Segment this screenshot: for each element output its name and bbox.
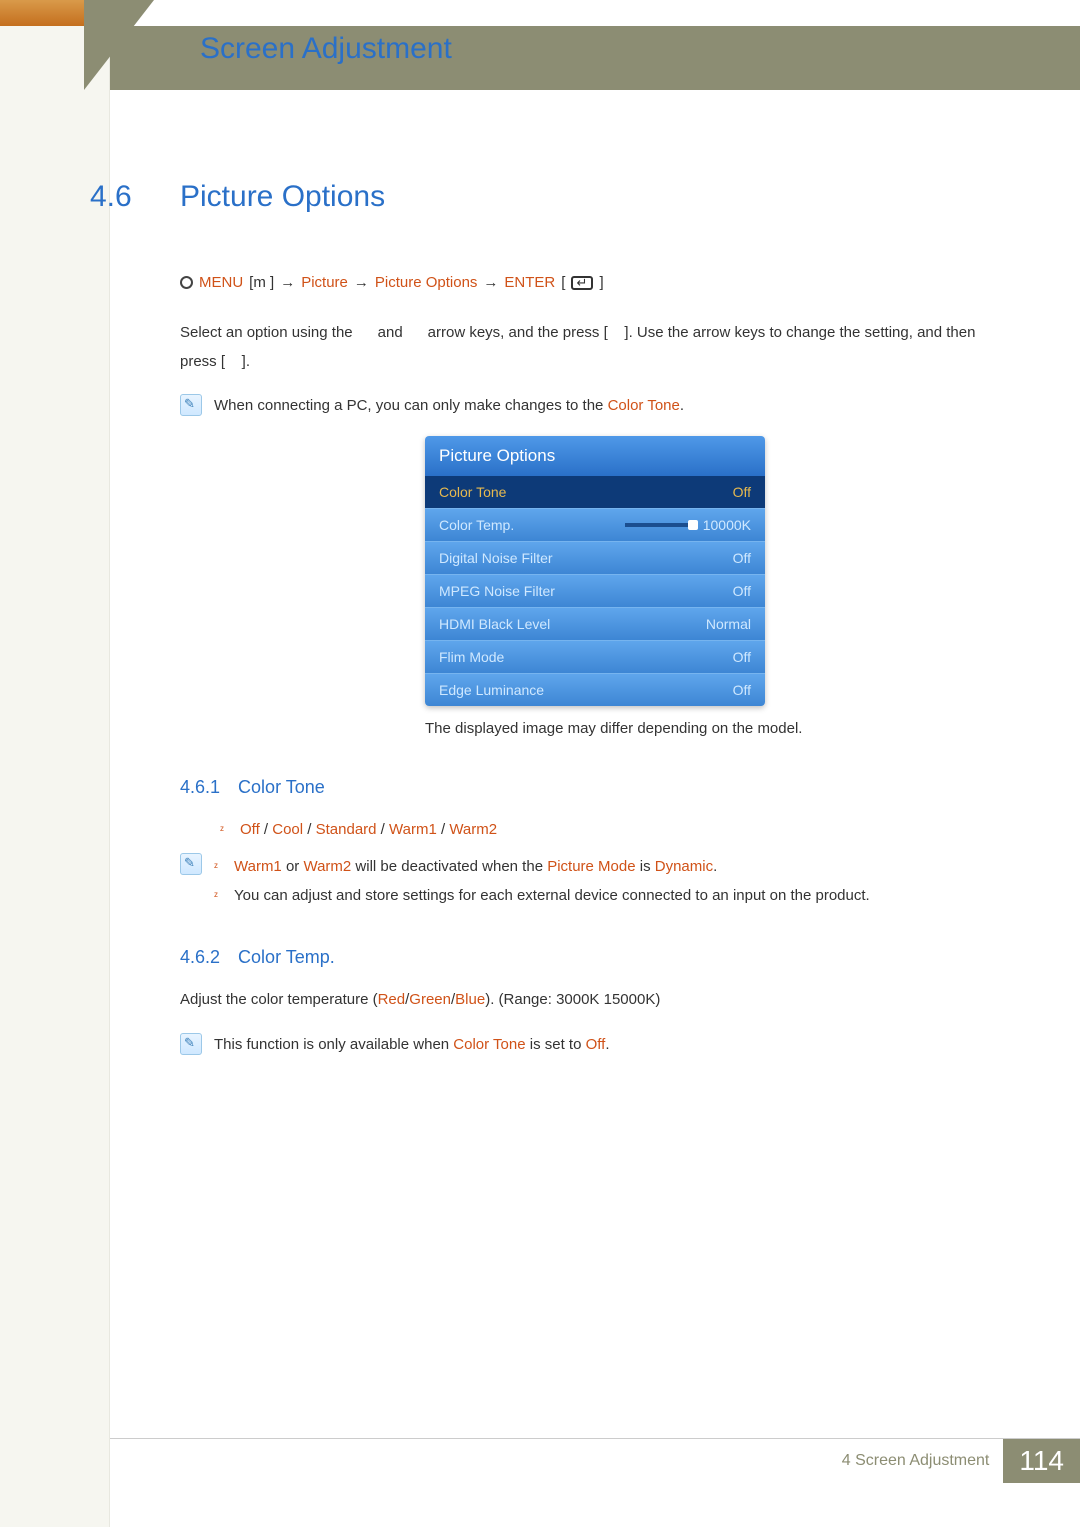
osd-row-label: Color Tone xyxy=(439,484,506,500)
menu-path: MENU [m ] → Picture → Picture Options → … xyxy=(180,274,1010,291)
slider-icon xyxy=(625,523,695,527)
osd-row: MPEG Noise Filter Off xyxy=(425,574,765,607)
osd-row-label: Color Temp. xyxy=(439,517,514,533)
note-color-tone-off: This function is only available when Col… xyxy=(214,1033,610,1057)
note-icon xyxy=(180,1033,202,1055)
section-number: 4.6 xyxy=(90,180,132,214)
note-pc-text: When connecting a PC, you can only make … xyxy=(214,394,684,418)
osd-row-value: Off xyxy=(733,682,751,698)
osd-row-label: Flim Mode xyxy=(439,649,504,665)
footer-chapter-num: 4 xyxy=(842,1452,851,1469)
osd-row: Digital Noise Filter Off xyxy=(425,541,765,574)
path-menu: MENU xyxy=(199,274,243,291)
osd-row: Color Temp. 10000K xyxy=(425,508,765,541)
osd-row: HDMI Black Level Normal xyxy=(425,607,765,640)
subsection-1-heading: 4.6.1 Color Tone xyxy=(180,777,1010,798)
note-icon xyxy=(180,853,202,875)
intro-paragraph: Select an option using the and arrow key… xyxy=(180,319,1010,376)
osd-row-label: Digital Noise Filter xyxy=(439,550,553,566)
section-title: Picture Options xyxy=(180,180,1010,214)
path-picture-options: Picture Options xyxy=(375,274,478,291)
osd-row-value: Off xyxy=(733,583,751,599)
osd-row-label: Edge Luminance xyxy=(439,682,544,698)
osd-row-label: HDMI Black Level xyxy=(439,616,550,632)
osd-row: Flim Mode Off xyxy=(425,640,765,673)
chapter-title: Screen Adjustment xyxy=(200,32,452,66)
osd-row-value: Normal xyxy=(706,616,751,632)
color-temp-paragraph: Adjust the color temperature (Red/Green/… xyxy=(180,986,1010,1015)
osd-row: Color Tone Off xyxy=(425,476,765,508)
osd-row: Edge Luminance Off xyxy=(425,673,765,706)
osd-row-value: Off xyxy=(733,649,751,665)
osd-caption: The displayed image may differ depending… xyxy=(425,720,1010,737)
osd-row-value: Off xyxy=(733,484,751,500)
osd-row-value: 10000K xyxy=(703,517,751,533)
note-external-devices: z You can adjust and store settings for … xyxy=(214,882,1010,909)
corner-accent xyxy=(0,0,84,26)
note-icon xyxy=(180,394,202,416)
osd-row-label: MPEG Noise Filter xyxy=(439,583,555,599)
footer-chapter-label: Screen Adjustment xyxy=(855,1452,989,1469)
osd-row-value: Off xyxy=(733,550,751,566)
page-footer: 4 Screen Adjustment 114 xyxy=(110,1439,1080,1483)
enter-icon xyxy=(571,276,593,290)
osd-title: Picture Options xyxy=(425,436,765,476)
subsection-2-heading: 4.6.2 Color Temp. xyxy=(180,947,1010,968)
note-warm-deactivated: z Warm1 or Warm2 will be deactivated whe… xyxy=(214,853,1010,880)
color-tone-options: z Off / Cool / Standard / Warm1 / Warm2 xyxy=(220,816,1010,843)
circle-icon xyxy=(180,276,193,289)
page-number: 114 xyxy=(1003,1439,1080,1483)
path-picture: Picture xyxy=(301,274,348,291)
path-enter: ENTER xyxy=(504,274,555,291)
osd-menu: Picture Options Color Tone Off Color Temp.… xyxy=(425,436,765,706)
